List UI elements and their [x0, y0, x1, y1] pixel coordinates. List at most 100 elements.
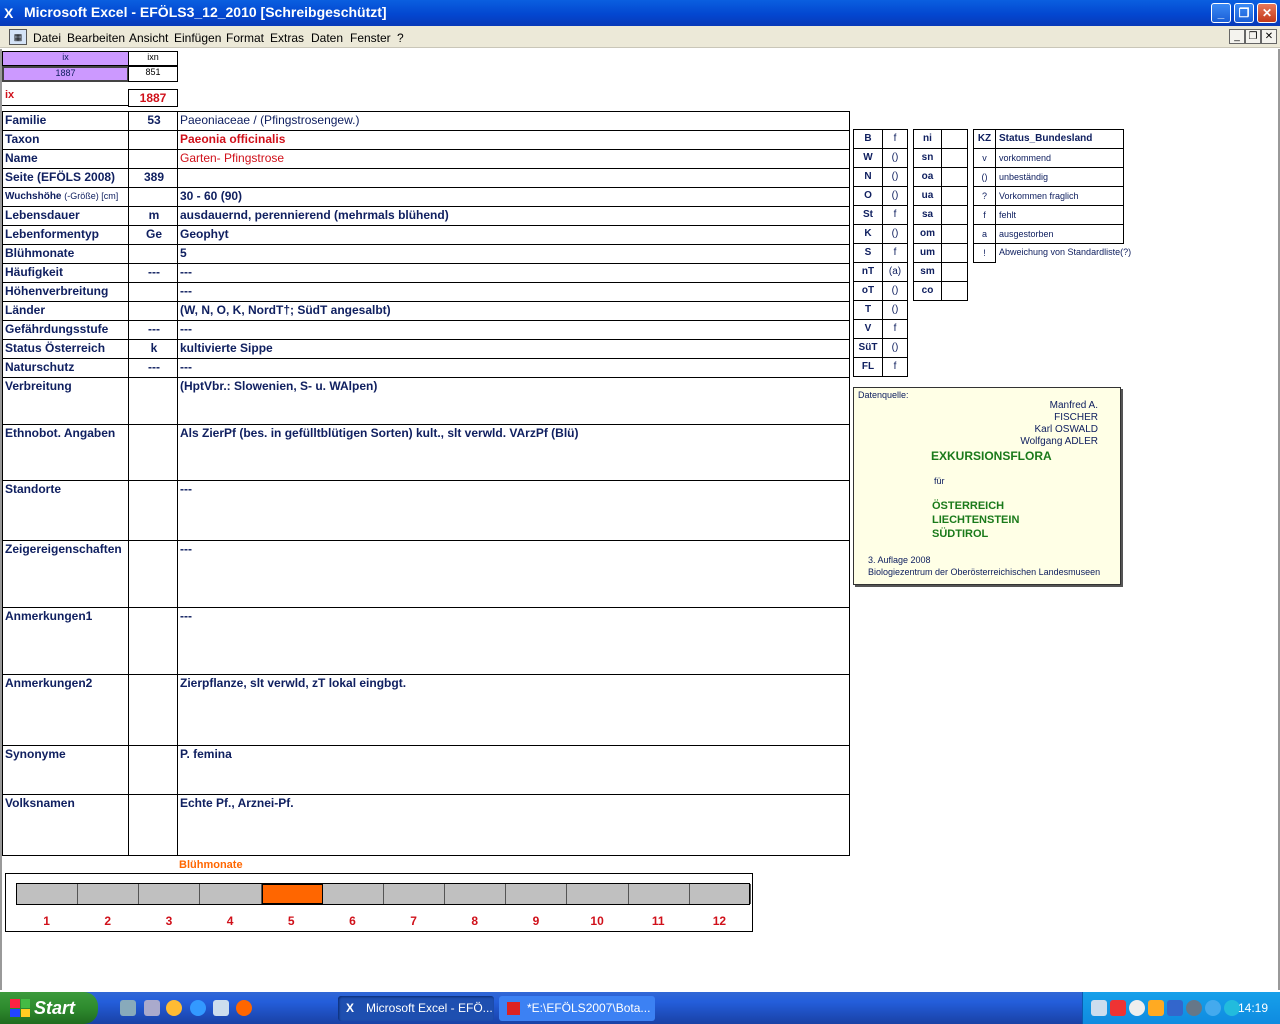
tray-icon-1[interactable] — [1091, 1000, 1107, 1016]
field-value[interactable] — [177, 168, 850, 188]
quicklaunch-icon-2[interactable] — [144, 1000, 160, 1016]
field-value[interactable]: --- — [177, 358, 850, 378]
menu-help[interactable]: ? — [397, 31, 404, 45]
internet-explorer-icon[interactable] — [190, 1000, 206, 1016]
field-value[interactable]: --- — [177, 540, 850, 608]
state-value[interactable]: () — [882, 167, 908, 187]
field-label[interactable]: Name — [2, 149, 129, 169]
field-code[interactable] — [128, 377, 178, 425]
field-label[interactable]: Volksnamen — [2, 794, 129, 856]
tray-search-icon[interactable] — [1129, 1000, 1145, 1016]
field-code[interactable] — [128, 301, 178, 321]
field-value[interactable]: --- — [177, 282, 850, 302]
field-value[interactable]: --- — [177, 320, 850, 340]
field-value[interactable]: ausdauernd, perennierend (mehrmals blühe… — [177, 206, 850, 226]
field-code[interactable] — [128, 794, 178, 856]
field-label[interactable]: Wuchshöhe (-Größe) [cm] — [2, 187, 129, 207]
field-code[interactable]: --- — [128, 358, 178, 378]
zone-value[interactable] — [941, 148, 968, 168]
field-value[interactable]: Paeoniaceae / (Pfingstrosengew.) — [177, 111, 850, 131]
field-value[interactable]: (W, N, O, K, NordT†; SüdT angesalbt) — [177, 301, 850, 321]
task-excel[interactable]: X Microsoft Excel - EFÖ... — [338, 996, 494, 1021]
minimize-button[interactable]: _ — [1211, 3, 1231, 23]
field-code[interactable] — [128, 540, 178, 608]
state-value[interactable]: f — [882, 129, 908, 149]
quicklaunch-icon-1[interactable] — [120, 1000, 136, 1016]
restore-button[interactable]: ❐ — [1234, 3, 1254, 23]
field-code[interactable] — [128, 149, 178, 169]
zone-value[interactable] — [941, 186, 968, 206]
field-label[interactable]: Verbreitung — [2, 377, 129, 425]
field-code[interactable] — [128, 244, 178, 264]
menu-extras[interactable]: Extras — [270, 31, 304, 45]
ixn-value[interactable]: 851 — [128, 66, 178, 82]
field-label[interactable]: Gefährdungsstufe — [2, 320, 129, 340]
task-explorer[interactable]: *E:\EFÖLS2007\Bota... — [499, 996, 655, 1021]
ix-big-value[interactable]: 1887 — [128, 89, 178, 107]
field-value[interactable]: Als ZierPf (bes. in gefülltblütigen Sort… — [177, 424, 850, 481]
state-value[interactable]: f — [882, 205, 908, 225]
field-code[interactable] — [128, 480, 178, 541]
doc-restore-button[interactable]: ❐ — [1245, 29, 1261, 44]
close-button[interactable]: ✕ — [1257, 3, 1277, 23]
workbook-icon[interactable]: ▦ — [9, 29, 27, 45]
field-label[interactable]: Seite (EFÖLS 2008) — [2, 168, 129, 188]
field-label[interactable]: Naturschutz — [2, 358, 129, 378]
ix-value[interactable]: 1887 — [2, 66, 129, 82]
field-value[interactable]: --- — [177, 263, 850, 283]
field-label[interactable]: Familie — [2, 111, 129, 131]
doc-close-button[interactable]: ✕ — [1261, 29, 1277, 44]
zone-value[interactable] — [941, 281, 968, 301]
tray-shield-icon[interactable] — [1167, 1000, 1183, 1016]
doc-minimize-button[interactable]: _ — [1229, 29, 1245, 44]
field-label[interactable]: Höhenverbreitung — [2, 282, 129, 302]
field-label[interactable]: Lebenformentyp — [2, 225, 129, 245]
firefox-icon[interactable] — [236, 1000, 252, 1016]
menu-einfuegen[interactable]: Einfügen — [174, 31, 221, 45]
field-code[interactable]: k — [128, 339, 178, 359]
field-code[interactable] — [128, 674, 178, 746]
field-code[interactable] — [128, 745, 178, 795]
field-code[interactable]: 389 — [128, 168, 178, 188]
field-code[interactable]: Ge — [128, 225, 178, 245]
field-value[interactable]: (HptVbr.: Slowenien, S- u. WAlpen) — [177, 377, 850, 425]
field-code[interactable]: m — [128, 206, 178, 226]
field-label[interactable]: Taxon — [2, 130, 129, 150]
state-value[interactable]: (a) — [882, 262, 908, 282]
field-label[interactable]: Zeigereigenschaften — [2, 540, 129, 608]
state-value[interactable]: () — [882, 224, 908, 244]
zone-value[interactable] — [941, 167, 968, 187]
field-label[interactable]: Häufigkeit — [2, 263, 129, 283]
menu-fenster[interactable]: Fenster — [350, 31, 391, 45]
field-value[interactable]: --- — [177, 607, 850, 675]
field-label[interactable]: Blühmonate — [2, 244, 129, 264]
zone-value[interactable] — [941, 129, 968, 149]
field-code[interactable] — [128, 187, 178, 207]
state-value[interactable]: () — [882, 186, 908, 206]
zone-value[interactable] — [941, 262, 968, 282]
zone-value[interactable] — [941, 224, 968, 244]
menu-daten[interactable]: Daten — [311, 31, 343, 45]
field-label[interactable]: Status Österreich — [2, 339, 129, 359]
menu-format[interactable]: Format — [226, 31, 264, 45]
field-value[interactable]: Garten- Pfingstrose — [177, 149, 850, 169]
field-code[interactable] — [128, 607, 178, 675]
field-value[interactable]: Echte Pf., Arznei-Pf. — [177, 794, 850, 856]
state-value[interactable]: f — [882, 319, 908, 339]
field-value[interactable]: 30 - 60 (90) — [177, 187, 850, 207]
field-value[interactable]: P. femina — [177, 745, 850, 795]
field-value[interactable]: Paeonia officinalis — [177, 130, 850, 150]
field-label[interactable]: Standorte — [2, 480, 129, 541]
field-value[interactable]: 5 — [177, 244, 850, 264]
field-code[interactable]: --- — [128, 320, 178, 340]
state-value[interactable]: f — [882, 357, 908, 377]
menu-ansicht[interactable]: Ansicht — [129, 31, 168, 45]
state-value[interactable]: () — [882, 281, 908, 301]
media-player-icon[interactable] — [166, 1000, 182, 1016]
field-value[interactable]: Zierpflanze, slt verwld, zT lokal eingbg… — [177, 674, 850, 746]
field-code[interactable]: --- — [128, 263, 178, 283]
tray-icon-6[interactable] — [1186, 1000, 1202, 1016]
field-code[interactable] — [128, 424, 178, 481]
field-value[interactable]: --- — [177, 480, 850, 541]
field-code[interactable] — [128, 282, 178, 302]
